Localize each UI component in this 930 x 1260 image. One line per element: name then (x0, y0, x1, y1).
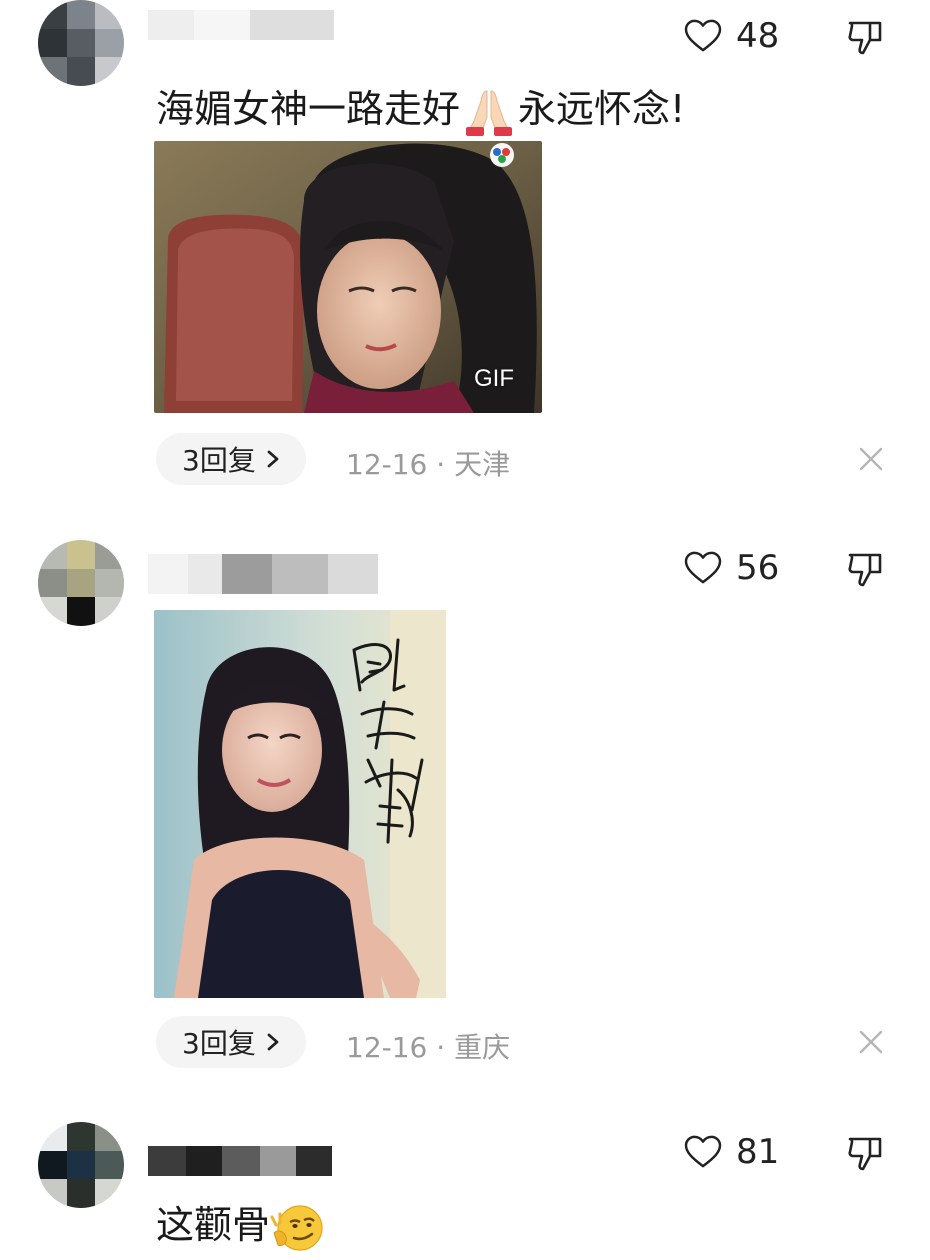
tv-logo-icon (490, 143, 514, 167)
meta-separator: · (436, 1031, 446, 1064)
comment-text-part: 这颧骨 (156, 1203, 271, 1247)
avatar-mosaic (38, 1122, 124, 1208)
like-count: 48 (736, 16, 780, 56)
heart-outline-icon (684, 19, 722, 52)
comment-gif[interactable]: GIF (154, 141, 542, 413)
gif-badge: GIF (474, 365, 514, 392)
comment-text-part: 永远怀念! (518, 87, 686, 131)
comment-text: 海媚女神一路走好 永远怀念! (156, 78, 685, 137)
comment-meta: 12-16 · 重庆 (346, 1026, 510, 1066)
signed-photo-image (154, 610, 446, 998)
comment-location: 天津 (454, 448, 511, 481)
comment-1: 48 海媚女神一路走好 永远怀念! GIF 3回复 12-16 · 天津 (0, 0, 930, 510)
comment-date: 12-16 (346, 1031, 428, 1064)
like-count: 81 (736, 1132, 780, 1172)
username-redacted[interactable] (148, 1146, 332, 1176)
comment-text-part: 海媚女神一路走好 (156, 87, 461, 131)
like-button[interactable]: 56 (684, 548, 779, 588)
reply-count-label: 3回复 (182, 1027, 256, 1060)
reply-count-label: 3回复 (182, 444, 256, 477)
thumbs-down-icon[interactable] (846, 550, 884, 588)
like-button[interactable]: 81 (684, 1132, 779, 1172)
close-icon[interactable] (858, 1029, 884, 1055)
like-button[interactable]: 48 (684, 16, 779, 56)
avatar[interactable] (38, 540, 124, 626)
username-redacted[interactable] (148, 10, 334, 40)
comment-location: 重庆 (454, 1031, 511, 1064)
chevron-right-icon (267, 450, 279, 468)
avatar[interactable] (38, 0, 124, 86)
chevron-right-icon (267, 1033, 279, 1051)
folded-hands-icon (466, 89, 513, 136)
avatar[interactable] (38, 1122, 124, 1208)
thumbs-down-icon[interactable] (846, 1134, 884, 1172)
heart-outline-icon (684, 551, 722, 584)
avatar-mosaic (38, 0, 124, 86)
comment-photo[interactable] (154, 610, 446, 998)
like-count: 56 (736, 548, 780, 588)
meta-separator: · (436, 448, 446, 481)
comment-text: 这颧骨 (156, 1194, 324, 1253)
comment-meta: 12-16 · 天津 (346, 443, 510, 483)
comment-3: 81 这颧骨 (0, 1112, 930, 1260)
reply-button[interactable]: 3回复 (156, 1016, 306, 1068)
heart-outline-icon (684, 1135, 722, 1168)
comment-2: 56 3回复 12-16 · 重庆 (0, 540, 930, 1080)
username-redacted[interactable] (148, 554, 378, 594)
thinking-smirk-face-icon (270, 1204, 323, 1251)
close-icon[interactable] (858, 446, 884, 472)
thumbs-down-icon[interactable] (846, 18, 884, 56)
reply-button[interactable]: 3回复 (156, 433, 306, 485)
comment-date: 12-16 (346, 448, 428, 481)
avatar-mosaic (38, 540, 124, 626)
